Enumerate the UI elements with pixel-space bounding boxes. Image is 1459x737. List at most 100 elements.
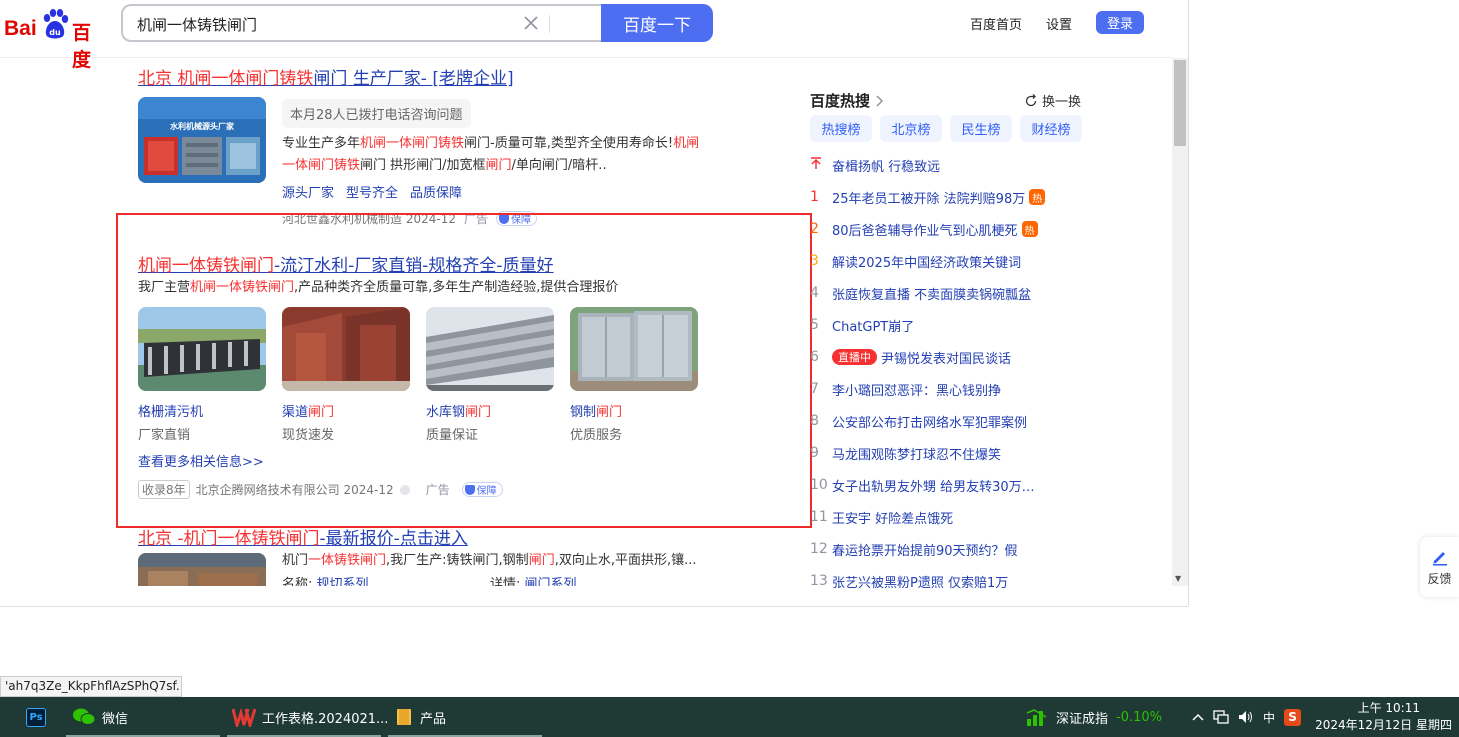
hot-rank: 12 — [810, 541, 828, 557]
result3-meta-b[interactable]: 规切系列 — [317, 577, 369, 586]
result3-meta-c: 详情: — [490, 577, 521, 586]
logo-bai-text: Bai — [4, 17, 37, 40]
tab-finance-list[interactable]: 财经榜 — [1020, 115, 1082, 142]
taskbar-wps-sheet[interactable]: 工作表格.2024021... — [232, 697, 388, 737]
volume-icon[interactable] — [1238, 710, 1254, 724]
result1-title-d: 生产厂家- — [352, 69, 427, 89]
result1-link-models[interactable]: 型号齐全 — [346, 182, 398, 201]
hot-item-text: ChatGPT崩了 — [832, 319, 915, 335]
result1-thumbnail[interactable]: 水利机械源头厂家 — [138, 97, 266, 183]
taskbar-clock[interactable]: 上午 10:11 2024年12月12日 星期四 — [1310, 700, 1459, 734]
refresh-button[interactable]: 换一换 — [1024, 91, 1081, 110]
hot-item[interactable]: 11 王安宇 好险差点饿死 — [810, 507, 1090, 527]
feedback-button[interactable]: 反馈 — [1420, 537, 1459, 597]
wps-label: 工作表格.2024021... — [262, 711, 389, 727]
result3-title[interactable]: 北京 -机门一体铸铁闸门-最新报价-点击进入 — [138, 524, 468, 549]
hot-item[interactable]: 12 春运抢票开始提前90天预约？假 — [810, 539, 1090, 559]
result2-guarantee-text: 保障 — [476, 486, 497, 497]
system-tray: 中 S — [1192, 697, 1302, 737]
login-button[interactable]: 登录 — [1096, 11, 1144, 34]
hot-item[interactable]: 13 张艺兴被黑粉P遗照 仅索赔1万 — [810, 571, 1090, 591]
hot-item[interactable]: 9 马龙围观陈梦打球忍不住爆笑 — [810, 443, 1090, 463]
tab-beijing-list[interactable]: 北京榜 — [880, 115, 942, 142]
nav-home-link[interactable]: 百度首页 — [970, 14, 1022, 33]
clear-icon[interactable] — [521, 13, 541, 33]
hot-item[interactable]: 7 李小璐回怼恶评：黑心钱别挣 — [810, 379, 1090, 399]
page-bottom-border — [0, 606, 1188, 607]
hot-item-text: 春运抢票开始提前90天预约？假 — [832, 543, 1018, 559]
result2-description: 我厂主营机闸一体铸铁闸门,产品种类齐全质量可靠,多年生产制造经验,提供合理报价 — [138, 277, 618, 299]
baidu-logo[interactable]: Bai du 百度 — [4, 6, 108, 71]
taskbar-folder[interactable]: 产品 — [396, 697, 446, 737]
more-info-link[interactable]: 查看更多相关信息>> — [138, 451, 264, 470]
nav-settings-link[interactable]: 设置 — [1046, 14, 1072, 33]
taskbar-wechat[interactable]: 微信 — [72, 697, 128, 737]
result2-title[interactable]: 机闸一体铸铁闸门-流汀水利-厂家直销-规格齐全-质量好 — [138, 251, 554, 276]
search-button[interactable]: 百度一下 — [601, 4, 713, 42]
product-link-reservoir-gate[interactable]: 水库钢闸门 — [426, 401, 491, 420]
tab-hot-list[interactable]: 热搜榜 — [810, 115, 872, 142]
result3-meta-d[interactable]: 闸门系列 — [525, 577, 577, 586]
search-input[interactable] — [137, 14, 517, 34]
product-image-grate[interactable] — [138, 307, 266, 391]
result3-title-a: 北京 — [138, 529, 172, 549]
hot-search-header[interactable]: 百度热搜 — [810, 90, 884, 111]
page-right-border — [1188, 0, 1189, 606]
product-name-grate: 格栅清污机 — [138, 405, 204, 420]
result1-title-c: 闸门 — [313, 69, 348, 89]
grate-cleaner-image — [138, 307, 266, 391]
hot-item[interactable]: 10 女子出轨男友外甥 给男友转30万… — [810, 475, 1090, 495]
hot-rank: 11 — [810, 509, 828, 525]
top-header: Bai du 百度 百度一下 百度首页 设置 登录 — [0, 0, 1172, 71]
taskbar-stock-widget[interactable]: 深证成指 -0.10% — [1026, 697, 1162, 737]
hot-item[interactable]: 4 张庭恢复直播 不卖面膜卖锅碗瓢盆 — [810, 283, 1090, 303]
result2-desc-c: ,产品种类齐全质量可靠,多年生产制造经验,提供合理报价 — [294, 280, 619, 295]
hot-rank: 3 — [810, 253, 819, 269]
hot-item[interactable]: 5 ChatGPT崩了 — [810, 315, 1090, 335]
hot-rank: 9 — [810, 445, 819, 461]
chevron-up-icon[interactable] — [1192, 712, 1204, 722]
tab-livelihood-list[interactable]: 民生榜 — [950, 115, 1012, 142]
result2-guarantee-badge[interactable]: 保障 — [461, 482, 503, 497]
hot-item[interactable]: 6 直播中 尹锡悦发表对国民谈话 — [810, 347, 1090, 367]
scrollbar-thumb[interactable] — [1174, 60, 1186, 146]
hot-item[interactable]: 3 解读2025年中国经济政策关键词 — [810, 251, 1090, 271]
product-image-reservoir-gate[interactable] — [426, 307, 554, 391]
pen-icon — [1432, 551, 1447, 565]
result1-desc-3: 闸门-质量可靠,类型齐全使用寿命长! — [464, 136, 674, 151]
result1-link-source[interactable]: 源头厂家 — [282, 182, 334, 201]
product-link-channel-gate[interactable]: 渠道闸门 — [282, 401, 334, 420]
result3-desc-c: ,我厂生产:铸铁闸门,钢制 — [386, 553, 529, 568]
product-image-steel-gate[interactable] — [570, 307, 698, 391]
result3-thumbnail[interactable] — [138, 553, 266, 586]
result2-title-a: 机闸一体铸铁闸门 — [138, 256, 274, 276]
sogou-ime-icon[interactable]: S — [1284, 708, 1302, 726]
info-dot-icon[interactable] — [399, 484, 410, 495]
hot-item-text: 公安部公布打击网络水军犯罪案例 — [832, 415, 1028, 431]
hot-item[interactable]: 奋楫扬帆 行稳致远 — [810, 155, 1090, 175]
result1-call-pill: 本月28人已拨打电话咨询问题 — [282, 99, 471, 128]
result1-title[interactable]: 北京 机闸一体闸门铸铁闸门 生产厂家- [老牌企业] — [138, 64, 514, 89]
hot-item[interactable]: 2 80后爸爸辅导作业气到心肌梗死热 — [810, 219, 1090, 239]
stock-value: -0.10% — [1116, 709, 1163, 725]
live-badge: 直播中 — [832, 349, 877, 365]
hot-item[interactable]: 8 公安部公布打击网络水军犯罪案例 — [810, 411, 1090, 431]
result1-thumb-text: 水利机械源头厂家 — [169, 121, 235, 131]
scroll-down-icon[interactable]: ▼ — [1175, 574, 1181, 583]
product-image-channel-gate[interactable] — [282, 307, 410, 391]
result2-ad-label[interactable]: 广告 — [426, 481, 450, 498]
product-link-grate[interactable]: 格栅清污机 — [138, 401, 203, 420]
ime-indicator[interactable]: 中 — [1263, 709, 1275, 726]
photoshop-icon: Ps — [26, 707, 46, 727]
result3-title-c: -最新报价-点击进入 — [319, 529, 468, 549]
result1-title-e: [老牌企业] — [432, 69, 514, 89]
hot-item-text: 李小璐回怼恶评：黑心钱别挣 — [832, 383, 1002, 399]
feedback-label: 反馈 — [1427, 571, 1452, 586]
network-icon[interactable] — [1213, 710, 1229, 724]
hot-item[interactable]: 1 25年老员工被开除 法院判赔98万热 — [810, 187, 1090, 207]
product-name-steel-b: 闸门 — [596, 405, 623, 420]
product-link-steel-gate[interactable]: 钢制闸门 — [570, 401, 622, 420]
result1-link-quality[interactable]: 品质保障 — [410, 182, 462, 201]
taskbar-photoshop[interactable]: Ps — [26, 697, 46, 737]
result1-desc-6: 闸门 — [485, 158, 512, 173]
